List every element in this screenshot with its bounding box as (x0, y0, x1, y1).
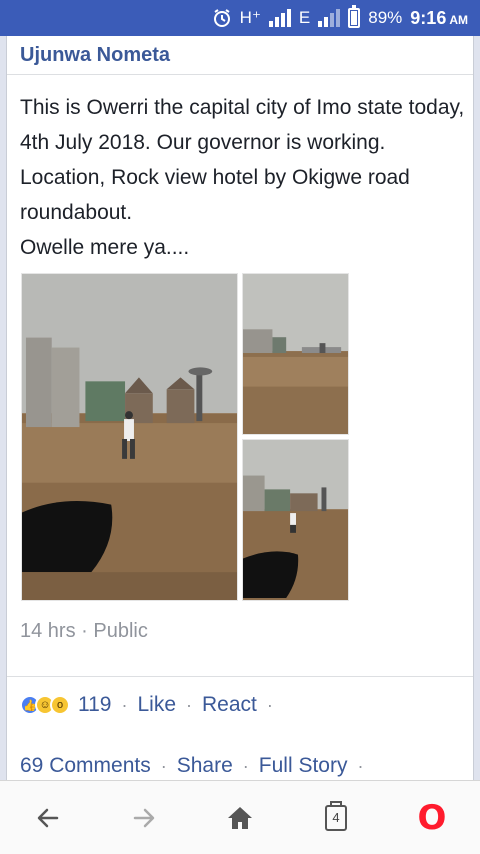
post-card: Ujunwa Nometa This is Owerri the capital… (6, 36, 474, 780)
reactions-row: 👍 ☺ o 119 · Like · React · (20, 693, 283, 717)
photo-main[interactable] (21, 273, 238, 601)
wow-reaction-icon: o (50, 695, 70, 715)
photo-top-right[interactable] (242, 273, 349, 435)
network-type: H⁺ (239, 8, 261, 27)
reaction-count[interactable]: 119 (78, 693, 111, 717)
react-button[interactable]: React (202, 693, 257, 717)
opera-icon[interactable]: O (402, 788, 462, 848)
post-text: This is Owerri the capital city of Imo s… (20, 90, 465, 265)
author-name[interactable]: Ujunwa Nometa (20, 44, 170, 67)
post-text-line: Owelle mere ya.... (20, 236, 190, 259)
forward-arrow-icon[interactable] (114, 788, 174, 848)
reaction-icons[interactable]: 👍 ☺ o (20, 695, 70, 715)
photo-bottom-right[interactable] (242, 439, 349, 601)
status-bar: H⁺ E 89% 9:16 AM (0, 0, 480, 36)
battery-icon (348, 5, 361, 28)
clock: 9:16 AM (410, 7, 468, 28)
share-button[interactable]: Share (177, 754, 233, 778)
network-type-2: E (298, 8, 311, 27)
home-icon[interactable] (210, 788, 270, 848)
browser-nav-bar: 4 O (0, 780, 480, 854)
post-text-line: This is Owerri the capital city of Imo s… (20, 96, 465, 224)
tab-count: 4 (325, 800, 347, 831)
alarm-icon (212, 8, 232, 28)
divider (7, 74, 473, 75)
signal-icon-2 (318, 9, 341, 27)
tabs-icon[interactable]: 4 (306, 788, 366, 848)
divider (7, 676, 473, 677)
like-button[interactable]: Like (137, 693, 176, 717)
battery-percent: 89% (368, 8, 403, 27)
post-time[interactable]: 14 hrs (20, 620, 76, 642)
signal-icon (268, 9, 291, 27)
photo-grid (21, 273, 349, 601)
back-arrow-icon[interactable] (18, 788, 78, 848)
post-meta: 14 hrs · Public (20, 620, 148, 642)
comments-link[interactable]: 69 Comments (20, 754, 151, 778)
full-story-link[interactable]: Full Story (259, 754, 348, 778)
comments-row: 69 Comments · Share · Full Story · (20, 754, 364, 778)
privacy-label: Public (93, 620, 148, 642)
